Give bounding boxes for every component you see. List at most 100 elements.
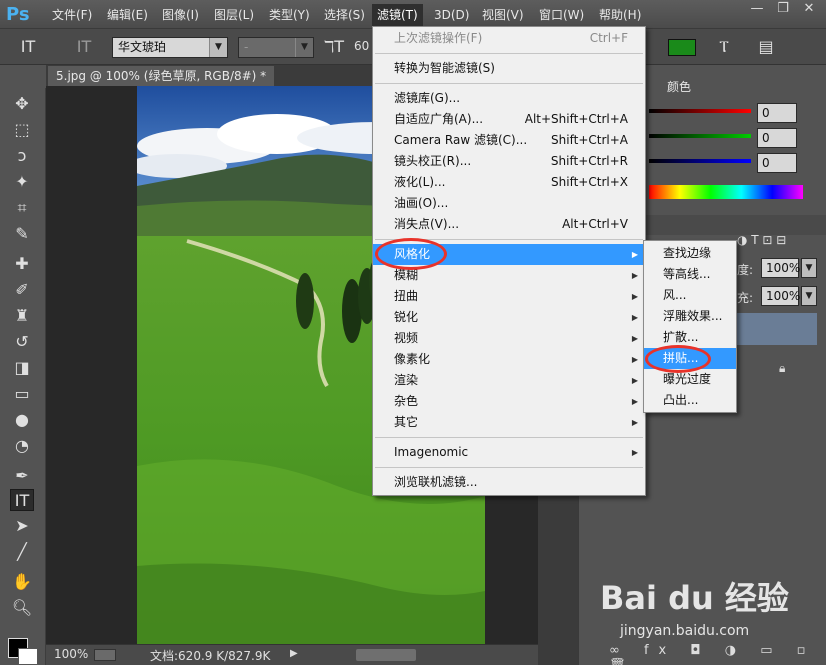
menu-item-other[interactable]: 其它 ▶ xyxy=(373,412,645,433)
text-orientation-icon[interactable]: IT xyxy=(72,36,96,58)
document-info[interactable]: 文档:620.9 K/827.9K xyxy=(150,647,270,664)
eraser-tool-icon[interactable]: ◨ xyxy=(10,357,34,379)
menu-item-distort[interactable]: 扭曲 ▶ xyxy=(373,286,645,307)
submenu-item-find-edges[interactable]: 查找边缘 xyxy=(644,243,736,264)
menu-item-liquify[interactable]: 液化(L)... Shift+Ctrl+X xyxy=(373,172,645,193)
blur-tool-icon[interactable]: ● xyxy=(10,409,34,431)
text-color-swatch[interactable] xyxy=(668,39,696,56)
font-family-select[interactable]: 华文琥珀 ▼ xyxy=(112,37,228,58)
menu-filter[interactable]: 滤镜(T) xyxy=(372,4,423,26)
menu-item-noise[interactable]: 杂色 ▶ xyxy=(373,391,645,412)
fill-value[interactable]: 100% xyxy=(761,286,800,306)
baidu-watermark: Bai du 经验 jingyan.baidu.com xyxy=(600,573,826,643)
status-icon xyxy=(94,649,116,661)
clone-stamp-icon[interactable]: ♜ xyxy=(10,305,34,327)
submenu-item-emboss[interactable]: 浮雕效果... xyxy=(644,306,736,327)
menu-select[interactable]: 选择(S) xyxy=(322,6,367,24)
eyedropper-icon[interactable]: ✎ xyxy=(10,223,34,245)
font-family-value: 华文琥珀 xyxy=(118,40,167,54)
font-size-value[interactable]: 60 xyxy=(354,39,369,53)
opacity-label: 度: xyxy=(737,263,754,277)
font-style-select[interactable]: - ▼ xyxy=(238,37,314,58)
menu-view[interactable]: 视图(V) xyxy=(480,6,526,24)
color-spectrum[interactable] xyxy=(649,185,803,199)
color-panel-tab[interactable]: 颜色 xyxy=(651,77,707,97)
menu-item-browse-filters-online[interactable]: 浏览联机滤镜... xyxy=(373,472,645,493)
status-menu-arrow-icon[interactable]: ▶ xyxy=(290,648,298,659)
warp-text-icon[interactable]: Ⲧ xyxy=(712,36,736,58)
magic-wand-icon[interactable]: ✦ xyxy=(10,171,34,193)
zoom-level[interactable]: 100% xyxy=(54,647,88,661)
character-panel-icon[interactable]: ▤ xyxy=(754,36,778,58)
menu-layer[interactable]: 图层(L) xyxy=(212,6,256,24)
pen-tool-icon[interactable]: ✒ xyxy=(10,465,34,487)
menu-separator xyxy=(375,467,643,468)
submenu-item-extrude[interactable]: 凸出... xyxy=(644,390,736,411)
history-brush-icon[interactable]: ↺ xyxy=(10,331,34,353)
chevron-down-icon: ▼ xyxy=(209,38,227,57)
brush-tool-icon[interactable]: ✐ xyxy=(10,279,34,301)
status-bar: 100% 文档:620.9 K/827.9K ▶ xyxy=(46,644,538,665)
menu-separator xyxy=(375,83,643,84)
layer-filter-icons[interactable]: ◑ T ⊡ ⊟ xyxy=(737,233,786,247)
menu-edit[interactable]: 编辑(E) xyxy=(105,6,150,24)
menu-item-video[interactable]: 视频 ▶ xyxy=(373,328,645,349)
close-button[interactable]: ✕ xyxy=(796,0,822,20)
zoom-tool-icon[interactable]: 🔍︎ xyxy=(10,597,34,619)
submenu-arrow-icon: ▶ xyxy=(631,292,638,301)
menu-item-vanishing-point[interactable]: 消失点(V)... Alt+Ctrl+V xyxy=(373,214,645,235)
lasso-tool-icon[interactable]: ↄ xyxy=(10,145,34,167)
menu-window[interactable]: 窗口(W) xyxy=(537,6,586,24)
submenu-item-trace-contour[interactable]: 等高线... xyxy=(644,264,736,285)
menu-item-lens-correction[interactable]: 镜头校正(R)... Shift+Ctrl+R xyxy=(373,151,645,172)
move-tool-icon[interactable]: ✥ xyxy=(10,93,34,115)
green-slider[interactable] xyxy=(649,134,751,138)
submenu-item-wind[interactable]: 风... xyxy=(644,285,736,306)
menu-item-pixelate[interactable]: 像素化 ▶ xyxy=(373,349,645,370)
lock-icon: 🔒︎ xyxy=(779,361,786,375)
green-value[interactable]: 0 xyxy=(757,128,797,148)
chevron-down-icon[interactable]: ▼ xyxy=(801,258,817,278)
menu-item-imagenomic[interactable]: Imagenomic ▶ xyxy=(373,442,645,463)
dodge-tool-icon[interactable]: ◔ xyxy=(10,435,34,457)
crop-tool-icon[interactable]: ⌗ xyxy=(10,197,34,219)
blue-value[interactable]: 0 xyxy=(757,153,797,173)
line-tool-icon[interactable]: ╱ xyxy=(10,541,34,563)
layer-row-selected[interactable] xyxy=(737,313,817,345)
menu-help[interactable]: 帮助(H) xyxy=(597,6,643,24)
healing-brush-icon[interactable]: ✚ xyxy=(10,253,34,275)
type-tool-icon[interactable]: IT xyxy=(10,489,34,511)
menu-file[interactable]: 文件(F) xyxy=(50,6,94,24)
minimize-button[interactable]: — xyxy=(744,0,770,20)
menu-image[interactable]: 图像(I) xyxy=(160,6,201,24)
menu-item-render[interactable]: 渲染 ▶ xyxy=(373,370,645,391)
document-tab-title: 5.jpg @ 100% (绿色草原, RGB/8#) * xyxy=(56,69,267,83)
menu-type[interactable]: 类型(Y) xyxy=(267,6,312,24)
chevron-down-icon[interactable]: ▼ xyxy=(801,286,817,306)
gradient-tool-icon[interactable]: ▭ xyxy=(10,383,34,405)
menu-item-convert-smart-filter[interactable]: 转换为智能滤镜(S) xyxy=(373,58,645,79)
menu-item-oil-paint[interactable]: 油画(O)... xyxy=(373,193,645,214)
layers-footer-icons[interactable]: ∞ fx ◘ ◑ ▭ ▫ 🗑︎ xyxy=(609,643,826,665)
document-tab[interactable]: 5.jpg @ 100% (绿色草原, RGB/8#) * xyxy=(48,66,274,86)
horizontal-scrollbar[interactable] xyxy=(356,649,416,661)
type-tool-preset-icon[interactable]: IT xyxy=(16,36,40,58)
hand-tool-icon[interactable]: ✋ xyxy=(10,571,34,593)
opacity-value[interactable]: 100% xyxy=(761,258,800,278)
background-color-swatch[interactable] xyxy=(18,648,38,665)
menu-item-camera-raw[interactable]: Camera Raw 滤镜(C)... Shift+Ctrl+A xyxy=(373,130,645,151)
submenu-arrow-icon: ▶ xyxy=(631,418,638,427)
menu-3d[interactable]: 3D(D) xyxy=(432,6,471,24)
submenu-item-solarize[interactable]: 曝光过度 xyxy=(644,369,736,390)
menu-item-filter-gallery[interactable]: 滤镜库(G)... xyxy=(373,88,645,109)
marquee-tool-icon[interactable]: ⬚ xyxy=(10,119,34,141)
chevron-down-icon: ▼ xyxy=(295,38,313,57)
blue-slider[interactable] xyxy=(649,159,751,163)
path-selection-icon[interactable]: ➤ xyxy=(10,515,34,537)
submenu-item-diffuse[interactable]: 扩散... xyxy=(644,327,736,348)
restore-button[interactable]: ❐ xyxy=(770,0,796,20)
red-value[interactable]: 0 xyxy=(757,103,797,123)
menu-item-sharpen[interactable]: 锐化 ▶ xyxy=(373,307,645,328)
menu-item-adaptive-wide-angle[interactable]: 自适应广角(A)... Alt+Shift+Ctrl+A xyxy=(373,109,645,130)
red-slider[interactable] xyxy=(649,109,751,113)
